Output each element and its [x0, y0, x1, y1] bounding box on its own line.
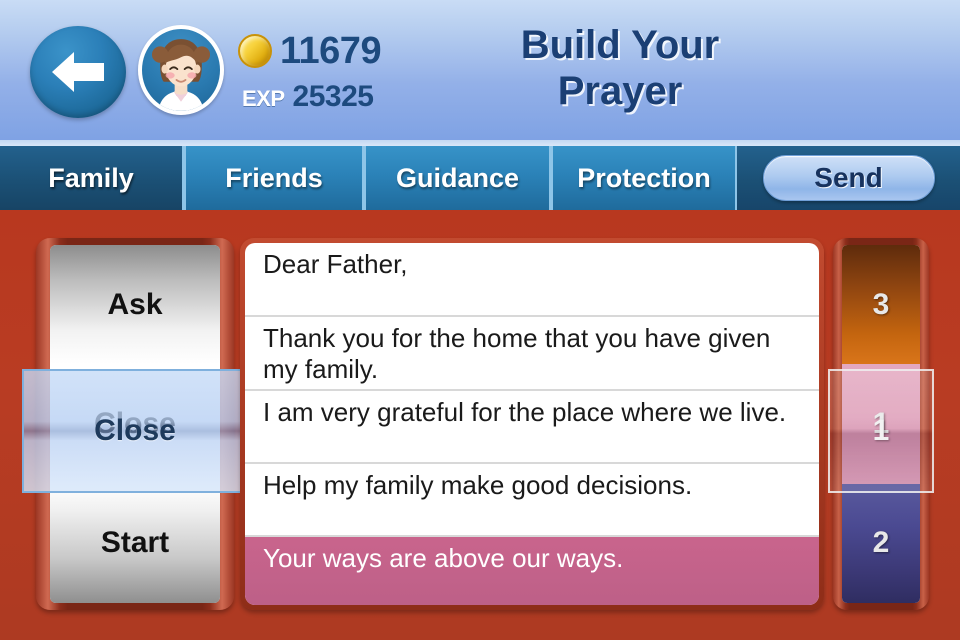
- prayer-line[interactable]: Help my family make good decisions.: [245, 464, 819, 537]
- page-title: Build Your Prayer: [470, 22, 770, 114]
- slot-number-picker[interactable]: 3 1 2: [833, 238, 929, 610]
- avatar[interactable]: [138, 25, 224, 115]
- prayer-line[interactable]: I am very grateful for the place where w…: [245, 391, 819, 464]
- content-area: Ask Close Start Close Dear Father, Thank…: [0, 210, 960, 640]
- tab-guidance[interactable]: Guidance: [364, 146, 551, 210]
- header-bar: 11679 EXP 25325 Build Your Prayer: [0, 0, 960, 140]
- exp-counter: EXP 25325: [242, 80, 374, 114]
- back-arrow-icon: [52, 52, 104, 92]
- phrase-type-picker[interactable]: Ask Close Start: [36, 238, 234, 610]
- prayer-line[interactable]: Thank you for the home that you have giv…: [245, 317, 819, 391]
- phrase-type-option-ask[interactable]: Ask: [50, 245, 220, 365]
- prayer-line-list: Dear Father, Thank you for the home that…: [245, 243, 819, 605]
- page-title-line-2: Prayer: [557, 69, 683, 113]
- prayer-line-selected[interactable]: Your ways are above our ways.: [245, 537, 819, 605]
- slot-number-option-2[interactable]: 2: [842, 483, 920, 603]
- tab-family[interactable]: Family: [0, 146, 184, 210]
- send-button[interactable]: Send: [762, 155, 935, 201]
- tab-bar: Family Friends Guidance Protection Send: [0, 146, 960, 210]
- phrase-type-option-close[interactable]: Close: [50, 364, 220, 484]
- page-title-line-1: Build Your: [520, 23, 720, 67]
- slot-number-option-1[interactable]: 1: [842, 364, 920, 484]
- coin-count: 11679: [280, 30, 382, 72]
- tab-protection[interactable]: Protection: [551, 146, 737, 210]
- tab-friends[interactable]: Friends: [184, 146, 364, 210]
- prayer-line[interactable]: Dear Father,: [245, 243, 819, 317]
- slot-number-option-3[interactable]: 3: [842, 245, 920, 365]
- coin-counter: 11679: [238, 30, 382, 72]
- exp-label: EXP: [242, 86, 285, 111]
- prayer-panel: Dear Father, Thank you for the home that…: [240, 238, 824, 610]
- phrase-type-picker-list: Ask Close Start: [50, 245, 220, 603]
- app-root: 11679 EXP 25325 Build Your Prayer Family…: [0, 0, 960, 640]
- player-avatar-icon: [151, 39, 211, 111]
- send-button-area: Send: [737, 146, 960, 210]
- exp-count: 25325: [292, 80, 374, 113]
- phrase-type-option-start[interactable]: Start: [50, 483, 220, 603]
- slot-number-picker-list: 3 1 2: [842, 245, 920, 603]
- gold-coin-icon: [238, 34, 272, 68]
- back-button[interactable]: [30, 26, 126, 118]
